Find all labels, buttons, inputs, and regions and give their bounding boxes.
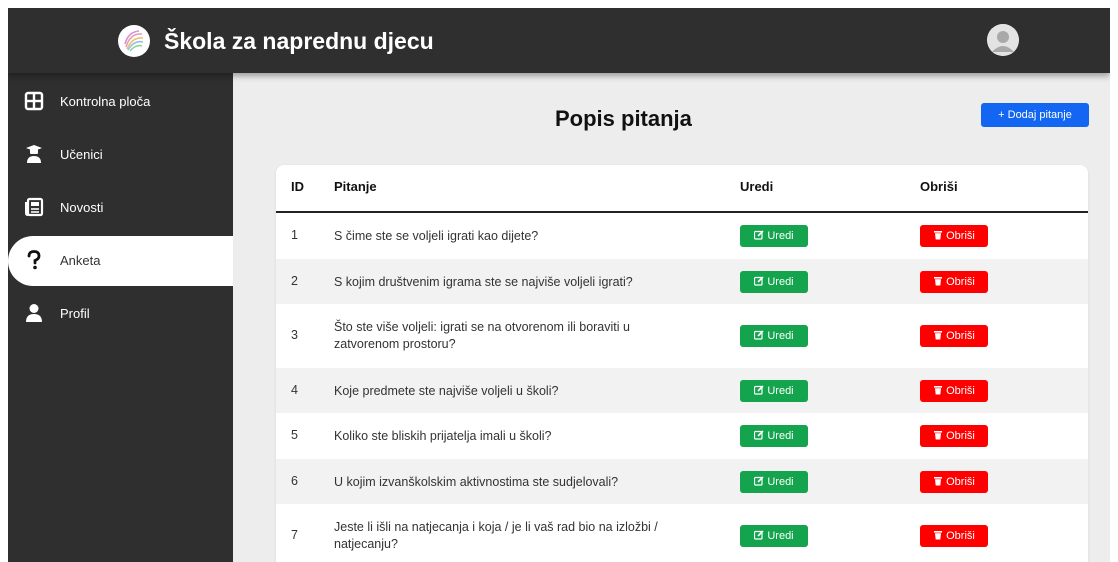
sidebar-item-profile[interactable]: Profil	[8, 289, 233, 339]
column-header-id: ID	[291, 179, 304, 194]
delete-button[interactable]: Obriši	[920, 270, 988, 293]
graduate-icon	[24, 144, 44, 164]
row-question: U kojim izvanškolskim aktivnostima ste s…	[334, 474, 619, 489]
page-title: Popis pitanja	[555, 106, 692, 131]
edit-icon	[754, 330, 767, 342]
edit-label: Uredi	[767, 475, 794, 488]
delete-label: Obriši	[946, 475, 975, 488]
edit-icon	[754, 384, 767, 397]
edit-label: Uredi	[767, 230, 794, 242]
sidebar-item-label: Anketa	[60, 253, 101, 268]
trash-icon	[933, 385, 946, 397]
edit-icon	[754, 430, 767, 442]
column-header-edit: Uredi	[740, 179, 774, 194]
sidebar-item-news[interactable]: Novosti	[8, 183, 233, 233]
edit-button[interactable]: Uredi	[740, 270, 808, 293]
column-header-question: Pitanje	[334, 179, 377, 194]
trash-icon	[933, 430, 946, 442]
delete-label: Obriši	[946, 275, 975, 288]
table-row: 2 S kojim društvenim igrama ste se najviš…	[276, 259, 1088, 304]
user-avatar-icon[interactable]	[987, 24, 1019, 56]
table-row: 3 Što ste više voljeli: igrati se na otvo…	[276, 304, 1088, 368]
sidebar: Kontrolna ploča Učenici Novosti Anketa P…	[8, 73, 233, 562]
row-question: S čime ste se voljeli igrati kao dijete?	[334, 229, 539, 243]
edit-icon	[754, 230, 767, 242]
column-header-delete: Obriši	[920, 179, 958, 194]
app-frame: Škola za naprednu djecu Kontrolna ploča	[8, 8, 1110, 562]
edit-button[interactable]: Uredi	[740, 425, 808, 447]
edit-label: Uredi	[767, 384, 794, 397]
sidebar-item-students[interactable]: Učenici	[8, 130, 233, 180]
delete-button[interactable]: Obriši	[920, 470, 988, 493]
delete-label: Obriši	[946, 430, 975, 442]
trash-icon	[933, 476, 946, 488]
row-question: Jeste li išli na natjecanja i koja / je …	[334, 520, 658, 551]
edit-label: Uredi	[767, 330, 794, 342]
row-id: 3	[291, 328, 298, 342]
trash-icon	[933, 330, 946, 342]
trash-icon	[933, 276, 946, 288]
delete-button[interactable]: Obriši	[920, 525, 988, 547]
edit-button[interactable]: Uredi	[740, 325, 808, 347]
row-id: 5	[291, 428, 298, 442]
row-id: 6	[291, 473, 298, 488]
sidebar-item-dashboard[interactable]: Kontrolna ploča	[8, 77, 233, 127]
row-id: 1	[291, 228, 298, 242]
edit-label: Uredi	[767, 530, 794, 542]
edit-button[interactable]: Uredi	[740, 525, 808, 547]
row-question: Koliko ste bliskih prijatelja imali u šk…	[334, 429, 552, 443]
delete-button[interactable]: Obriši	[920, 225, 988, 247]
row-id: 2	[291, 273, 298, 288]
row-question: Što ste više voljeli: igrati se na otvor…	[334, 320, 630, 351]
row-id: 4	[291, 382, 298, 397]
edit-icon	[754, 475, 767, 488]
sidebar-item-survey[interactable]: Anketa	[8, 236, 233, 286]
trash-icon	[933, 230, 946, 242]
delete-label: Obriši	[946, 230, 975, 242]
table-row: 1 S čime ste se voljeli igrati kao dijete…	[276, 213, 1088, 259]
newspaper-icon	[24, 197, 44, 217]
question-mark-icon	[24, 250, 44, 270]
delete-button[interactable]: Obriši	[920, 379, 988, 402]
delete-button[interactable]: Obriši	[920, 425, 988, 447]
table-row: 6 U kojim izvanškolskim aktivnostima ste …	[276, 459, 1088, 504]
sidebar-item-label: Učenici	[60, 147, 103, 162]
delete-label: Obriši	[946, 530, 975, 542]
table-row: 4 Koje predmete ste najviše voljeli u ško…	[276, 368, 1088, 413]
user-icon	[24, 303, 44, 323]
dashboard-grid-icon	[24, 91, 44, 111]
row-id: 7	[291, 528, 298, 542]
table-row: 7 Jeste li išli na natjecanja i koja / je…	[276, 504, 1088, 562]
table-header: ID Pitanje Uredi Obriši	[276, 165, 1088, 213]
top-bar: Škola za naprednu djecu	[8, 8, 1110, 73]
add-question-button[interactable]: + Dodaj pitanje	[981, 103, 1089, 127]
edit-button[interactable]: Uredi	[740, 225, 808, 247]
edit-label: Uredi	[767, 430, 794, 442]
questions-table: ID Pitanje Uredi Obriši 1 S čime ste se v…	[276, 165, 1088, 562]
edit-icon	[754, 530, 767, 542]
trash-icon	[933, 530, 946, 542]
edit-label: Uredi	[767, 275, 794, 288]
edit-button[interactable]: Uredi	[740, 470, 808, 493]
sidebar-item-label: Kontrolna ploča	[60, 94, 151, 109]
edit-button[interactable]: Uredi	[740, 379, 808, 402]
sidebar-item-label: Novosti	[60, 200, 104, 215]
app-title: Škola za naprednu djecu	[164, 28, 434, 54]
delete-button[interactable]: Obriši	[920, 325, 988, 347]
row-question: S kojim društvenim igrama ste se najviše…	[334, 274, 633, 289]
sidebar-item-label: Profil	[60, 306, 90, 321]
school-logo-icon[interactable]	[118, 25, 150, 57]
row-question: Koje predmete ste najviše voljeli u škol…	[334, 383, 559, 398]
edit-icon	[754, 275, 767, 288]
delete-label: Obriši	[946, 384, 975, 397]
delete-label: Obriši	[946, 330, 975, 342]
table-row: 5 Koliko ste bliskih prijatelja imali u š…	[276, 413, 1088, 459]
